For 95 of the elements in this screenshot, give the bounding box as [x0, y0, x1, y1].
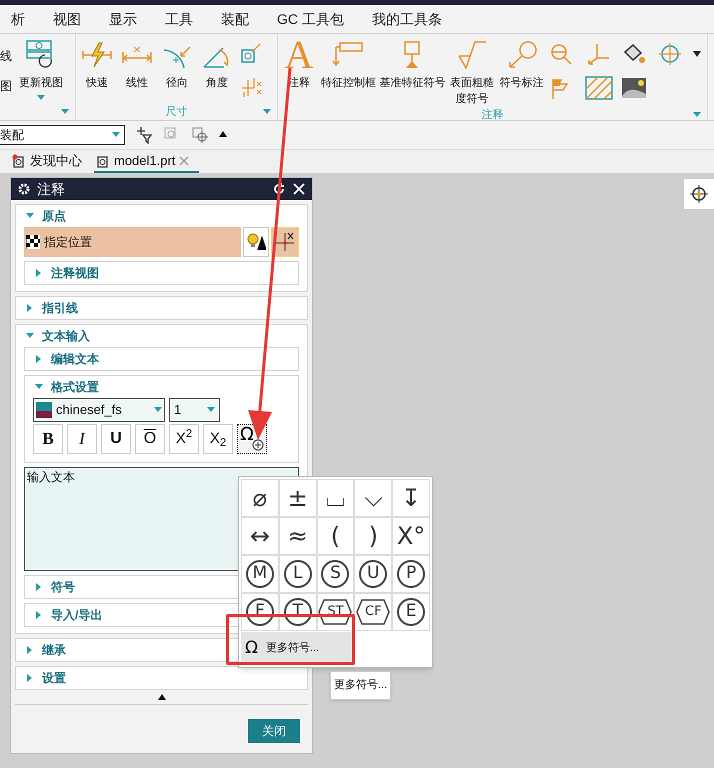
close-icon — [292, 182, 306, 196]
letter-icon: A — [284, 38, 314, 72]
lightning-dimension-icon — [81, 40, 113, 70]
close-button[interactable]: 关闭 — [248, 719, 300, 743]
symbol-button[interactable]: S — [316, 555, 354, 593]
subsection-header[interactable]: 格式设置 — [25, 376, 298, 398]
ribbon-button[interactable]: 线 — [0, 50, 12, 62]
menu-tab[interactable]: 析 — [11, 8, 25, 30]
image-icon — [621, 76, 647, 100]
document-tab[interactable]: model1.prt — [94, 151, 200, 173]
more-symbols-button[interactable]: Ω 更多符号... — [241, 632, 353, 664]
symbol-button[interactable]: CF — [354, 593, 392, 631]
paint-bucket-icon — [621, 42, 647, 66]
section-header[interactable]: 文本输入 — [16, 325, 307, 347]
crosshair-icon — [689, 184, 709, 204]
group-menu-icon — [61, 108, 69, 116]
caret-icon — [693, 51, 701, 57]
collapse-icon — [158, 694, 166, 702]
format-button[interactable]: X$^{2}$ — [169, 424, 199, 454]
menu-tab[interactable]: 视图 — [53, 8, 81, 30]
snap-point-button[interactable] — [684, 179, 714, 209]
ribbon-button[interactable]: 更新视图 — [18, 38, 64, 102]
menu-tab[interactable]: 工具 — [165, 8, 193, 30]
crosshair-icon — [657, 42, 683, 66]
hatch-icon — [585, 76, 613, 100]
menu-tab[interactable]: 显示 — [109, 8, 137, 30]
ribbon-button[interactable]: 角度 — [200, 38, 234, 91]
ribbon-button[interactable]: 径向 — [160, 38, 194, 91]
ribbon-button[interactable]: 图 — [0, 80, 12, 92]
menu-tab[interactable]: 我的工具条 — [372, 8, 442, 30]
format-button[interactable]: B — [33, 424, 63, 454]
caret-icon — [219, 131, 227, 139]
tooltip: 更多符号... — [330, 671, 392, 700]
symbol-button[interactable]: ( — [316, 517, 354, 555]
symbol-button[interactable]: ⌴ — [316, 479, 354, 517]
surface-finish-icon — [456, 40, 488, 70]
caret-icon — [154, 406, 162, 414]
menu-tab[interactable]: 装配 — [221, 8, 249, 30]
menu-tab[interactable]: GC 工具包 — [277, 8, 344, 30]
filter-icon — [135, 126, 153, 144]
group-menu-icon — [693, 111, 701, 119]
section-header[interactable]: 指引线 — [16, 297, 307, 319]
caret-icon — [37, 94, 45, 102]
size-select[interactable]: 1 — [169, 398, 220, 422]
dialog-title: 注释 — [37, 180, 66, 198]
reset-icon — [272, 182, 286, 196]
format-button[interactable]: X$_{2}$ — [203, 424, 233, 454]
ribbon-button[interactable]: 符号标注 — [500, 38, 543, 91]
ribbon-button[interactable]: 基准特征符号 — [380, 38, 444, 91]
group-label: 尺寸 — [166, 105, 188, 120]
section-header[interactable]: 设置 — [16, 667, 307, 689]
checkered-flag-icon — [26, 235, 40, 249]
symbol-button[interactable]: ↔ — [241, 517, 279, 555]
filter-select[interactable]: 装配 — [0, 125, 125, 145]
caret-icon — [112, 131, 120, 139]
symbol-button[interactable]: ↧ — [392, 479, 430, 517]
text-style-button[interactable] — [243, 227, 269, 257]
ribbon-button[interactable]: 表面粗糙度符号 — [450, 38, 494, 107]
group-label: 注释 — [482, 108, 504, 123]
bulb-icon — [246, 232, 266, 252]
symbol-button[interactable]: M — [241, 555, 279, 593]
section-header[interactable]: 原点 — [16, 205, 307, 227]
crosshair-icon — [274, 231, 296, 253]
subsection-header[interactable]: 编辑文本 — [25, 348, 298, 370]
plus-circle-icon — [252, 439, 264, 451]
caret-icon — [207, 406, 215, 414]
settings-icon — [17, 182, 31, 196]
document-tab[interactable]: 发现中心 — [10, 151, 84, 173]
symbol-button[interactable]: ± — [278, 479, 317, 517]
linear-dimension-icon — [121, 46, 153, 64]
symbol-button[interactable]: ) — [354, 517, 392, 555]
font-icon — [36, 402, 52, 418]
symbol-button[interactable]: E — [392, 593, 430, 631]
symbol-button[interactable]: ≈ — [278, 517, 317, 555]
group-menu-icon — [263, 108, 271, 116]
format-button[interactable]: U — [101, 424, 131, 454]
snap-point-icon — [191, 126, 209, 144]
subsection-header[interactable]: 注释视图 — [25, 262, 298, 284]
symbol-button[interactable]: X° — [392, 517, 430, 555]
font-select[interactable]: chinesef_fs — [33, 398, 165, 422]
symbol-button[interactable]: ⌀ — [241, 479, 279, 517]
ordinate-dimension-icon — [240, 76, 264, 98]
format-button[interactable]: I — [67, 424, 97, 454]
symbol-button[interactable]: P — [392, 555, 430, 593]
document-icon — [12, 154, 26, 168]
close-icon — [179, 156, 190, 166]
symbol-button[interactable]: U — [354, 555, 392, 593]
location-button[interactable]: 指定位置 — [24, 227, 241, 257]
document-icon — [96, 154, 110, 168]
ribbon-button[interactable]: 线性 — [120, 38, 154, 91]
ribbon-button[interactable]: 快速 — [80, 38, 114, 91]
symbol-button[interactable]: L — [278, 555, 317, 593]
format-button[interactable]: O — [135, 424, 165, 454]
ribbon-button[interactable]: 特征控制框 — [322, 38, 375, 91]
symbol-button[interactable]: ⌵ — [354, 479, 392, 517]
